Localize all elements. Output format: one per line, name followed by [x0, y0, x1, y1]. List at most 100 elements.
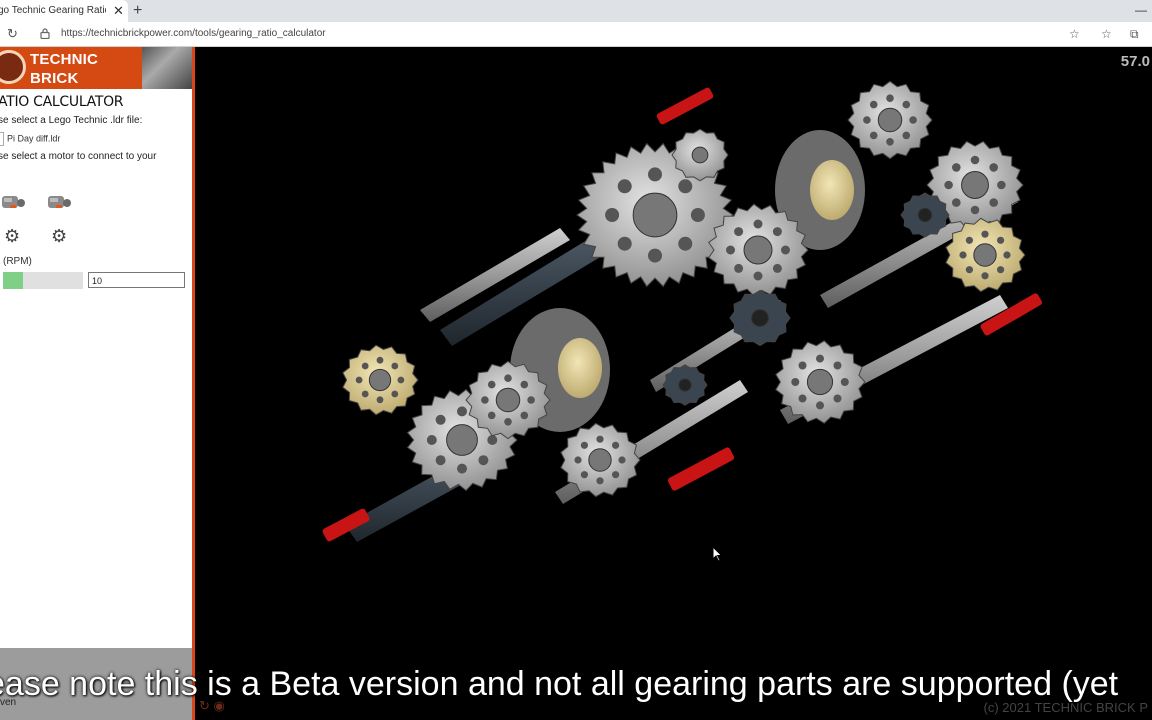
gear-hole	[648, 167, 662, 182]
gear-hole	[981, 272, 989, 280]
gear-hole	[617, 179, 632, 194]
gear-hub	[678, 378, 692, 392]
add-favorite-icon[interactable]: ☆	[1069, 27, 1080, 41]
gear-hole	[952, 198, 961, 207]
file-name: Pi Day diff.ldr	[7, 133, 61, 144]
brand-logo[interactable]: TECHNIC BRICK POWER	[0, 47, 192, 106]
gear-hole	[478, 455, 489, 466]
gear-hole	[734, 227, 744, 237]
reload-icon[interactable]: ↻	[7, 26, 18, 42]
gear-hole	[678, 179, 693, 194]
gear-hole	[487, 411, 496, 420]
tab-title: go Technic Gearing Ratio Calc	[0, 5, 106, 16]
gear-hole	[612, 441, 620, 449]
gear-hole	[970, 205, 980, 215]
gear-hole	[944, 180, 953, 190]
gear-icon[interactable]: ⚙	[51, 227, 67, 245]
gear-hole	[617, 236, 632, 251]
address-bar: ↻ https://technicbrickpower.com/tools/ge…	[0, 22, 1152, 47]
file-picker-edge	[0, 132, 4, 146]
lock-icon	[40, 28, 50, 39]
gear-hub	[446, 424, 478, 456]
gear-hole	[648, 248, 662, 263]
tab-bar: go Technic Gearing Ratio Calc ✕ + —	[0, 0, 1152, 22]
gear-hole	[574, 456, 582, 464]
gear-hole	[833, 394, 842, 403]
motor-option-2-icon[interactable]	[46, 192, 72, 212]
gear-hole	[504, 374, 512, 383]
close-tab-icon[interactable]: ✕	[113, 0, 124, 22]
mouse-cursor-icon	[712, 546, 722, 562]
calculator-panel: TECHNIC BRICK POWER ATIO CALCULATOR se s…	[0, 47, 192, 720]
favorites-icon[interactable]: ☆	[1101, 27, 1112, 41]
gear-hole	[970, 155, 980, 165]
gear-hub	[877, 107, 903, 133]
gear-hole	[376, 356, 384, 364]
file-picker[interactable]: Pi Day diff.ldr	[0, 132, 60, 146]
3d-viewport[interactable]: 57.0 ↻ ◉ (c) 2021 TECHNIC BRICK P	[195, 47, 1152, 720]
gear-set	[342, 80, 1026, 498]
collections-icon[interactable]: ⧉	[1130, 27, 1139, 42]
gear-hole	[397, 376, 405, 384]
gear-hole	[481, 396, 489, 404]
gear-hole	[1003, 251, 1011, 259]
browser-tab[interactable]: go Technic Gearing Ratio Calc ✕	[0, 0, 128, 22]
gear-hole	[753, 271, 763, 281]
gear-hole	[989, 163, 998, 172]
url-field[interactable]: https://technicbrickpower.com/tools/gear…	[61, 28, 326, 39]
logo-emblem	[0, 50, 26, 84]
gear-hole	[869, 100, 878, 109]
gear-hole	[989, 198, 998, 207]
logo-photo	[142, 47, 192, 89]
gear-hole	[426, 435, 437, 445]
gear-hole	[678, 236, 693, 251]
gear-hole	[909, 116, 917, 124]
motor-select-label: se select a motor to connect to your	[0, 151, 157, 162]
gear-hole	[605, 208, 620, 222]
gear-hole	[798, 394, 807, 403]
gear-hole	[435, 414, 446, 425]
gear-hole	[690, 208, 705, 222]
gear-hub	[691, 146, 709, 164]
gear-hub	[961, 171, 989, 199]
gear-hole	[902, 131, 911, 140]
motor-option-1-icon[interactable]	[0, 192, 26, 212]
gear-hole	[457, 463, 467, 474]
gear-hole	[816, 401, 824, 410]
gear-model[interactable]	[195, 47, 1152, 720]
plus-icon[interactable]: +	[133, 0, 142, 22]
gear-hole	[886, 138, 894, 146]
gear-hole	[869, 131, 878, 140]
gear-hole	[772, 227, 782, 237]
gear-hole	[863, 116, 871, 124]
gear-hub	[495, 387, 521, 413]
rpm-slider-fill	[3, 272, 23, 289]
rpm-input[interactable]: 10	[88, 272, 185, 288]
gear-hole	[596, 477, 604, 485]
gear-hole	[391, 362, 399, 370]
gear-hole	[734, 263, 744, 273]
gear-hole	[959, 251, 967, 259]
gear-hole	[612, 471, 620, 479]
rpm-slider[interactable]	[3, 272, 83, 289]
gear-hole	[391, 390, 399, 398]
gear-hole	[527, 396, 535, 404]
gear-hole	[753, 219, 763, 229]
minimize-icon[interactable]: —	[1135, 0, 1147, 20]
gear-hole	[833, 361, 842, 370]
video-subtitle: ease note this is a Beta version and not…	[0, 665, 1119, 703]
file-select-label: se select a Lego Technic .ldr file:	[0, 115, 143, 126]
gear-hole	[435, 455, 446, 466]
gear-hub	[973, 243, 997, 267]
gear-hole	[618, 456, 626, 464]
gear-icon[interactable]: ⚙	[4, 227, 20, 245]
gear-hole	[580, 471, 589, 479]
gear-hub	[743, 235, 773, 265]
gear-hole	[791, 378, 800, 386]
gear-hole	[726, 245, 735, 255]
gear-hole	[965, 236, 974, 244]
gear-hole	[504, 418, 512, 426]
gear-hole	[580, 441, 589, 449]
gear-hub	[751, 309, 769, 327]
gear-hole	[997, 180, 1006, 190]
